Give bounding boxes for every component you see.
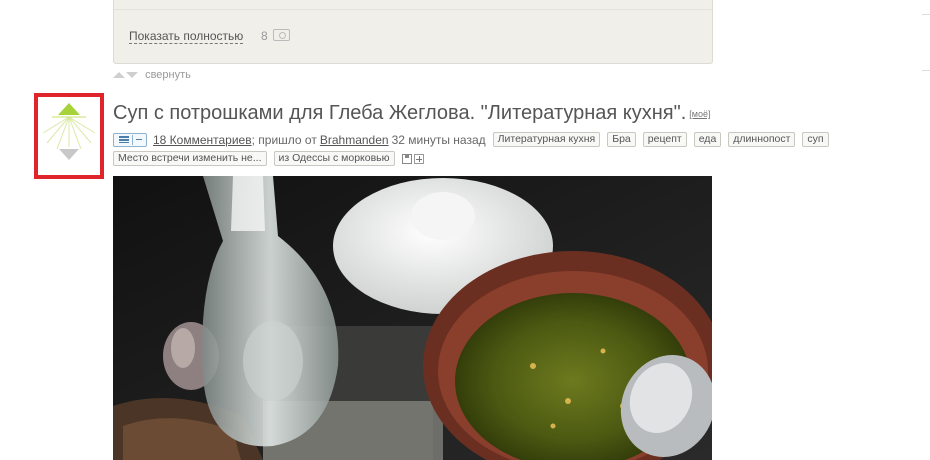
author-link[interactable]: Brahmanden (320, 133, 389, 147)
tag[interactable]: Место встречи изменить не... (113, 151, 267, 166)
post-title[interactable]: Суп с потрошками для Глеба Жеглова. "Лит… (113, 102, 686, 124)
list-icon (118, 136, 129, 143)
post-image[interactable] (113, 176, 712, 460)
mini-upvote-icon[interactable] (113, 72, 125, 79)
tag[interactable]: суп (802, 132, 829, 147)
save-icon[interactable] (401, 153, 412, 164)
post-meta: 18 Комментариев ; пришло от Brahmanden 3… (113, 132, 829, 147)
upvote-arrow-icon[interactable] (58, 103, 80, 115)
vote-highlight-frame (34, 93, 104, 179)
edge-tick (922, 70, 930, 71)
tag[interactable]: еда (693, 132, 722, 147)
camera-icon (273, 29, 290, 41)
edge-tick (922, 14, 930, 15)
mine-link[interactable]: [моё] (689, 109, 710, 119)
post-title-row: Суп с потрошками для Глеба Жеглова. "Лит… (113, 102, 710, 125)
add-tag-icon[interactable] (413, 153, 424, 164)
soup-photo (113, 176, 712, 460)
tag[interactable]: из Одессы с морковью (273, 151, 395, 166)
tag[interactable]: длиннопост (728, 132, 796, 147)
vote-widget (42, 103, 96, 160)
comments-link[interactable]: 18 Комментариев (153, 133, 252, 147)
tag[interactable]: рецепт (642, 132, 687, 147)
collapse-icon (135, 139, 142, 140)
collapse-link[interactable]: свернуть (145, 69, 191, 81)
post-tags-row-2: Место встречи изменить не... из Одессы с… (113, 151, 424, 166)
right-scroll-edge (922, 0, 930, 460)
card-divider (114, 9, 712, 10)
post-time: 32 минуты назад (391, 132, 486, 147)
comments-view-toggle[interactable] (113, 132, 147, 147)
previous-post-card: Показать полностью 8 (113, 0, 713, 64)
downvote-arrow-icon[interactable] (59, 149, 79, 160)
tag[interactable]: Бра (607, 132, 636, 147)
image-count: 8 (261, 29, 268, 43)
mini-downvote-icon[interactable] (126, 72, 138, 79)
came-from-text: ; пришло от (251, 132, 317, 147)
tag[interactable]: Литературная кухня (492, 132, 601, 147)
collapse-control[interactable]: свернуть (113, 69, 191, 81)
show-full-link[interactable]: Показать полностью (129, 30, 244, 44)
